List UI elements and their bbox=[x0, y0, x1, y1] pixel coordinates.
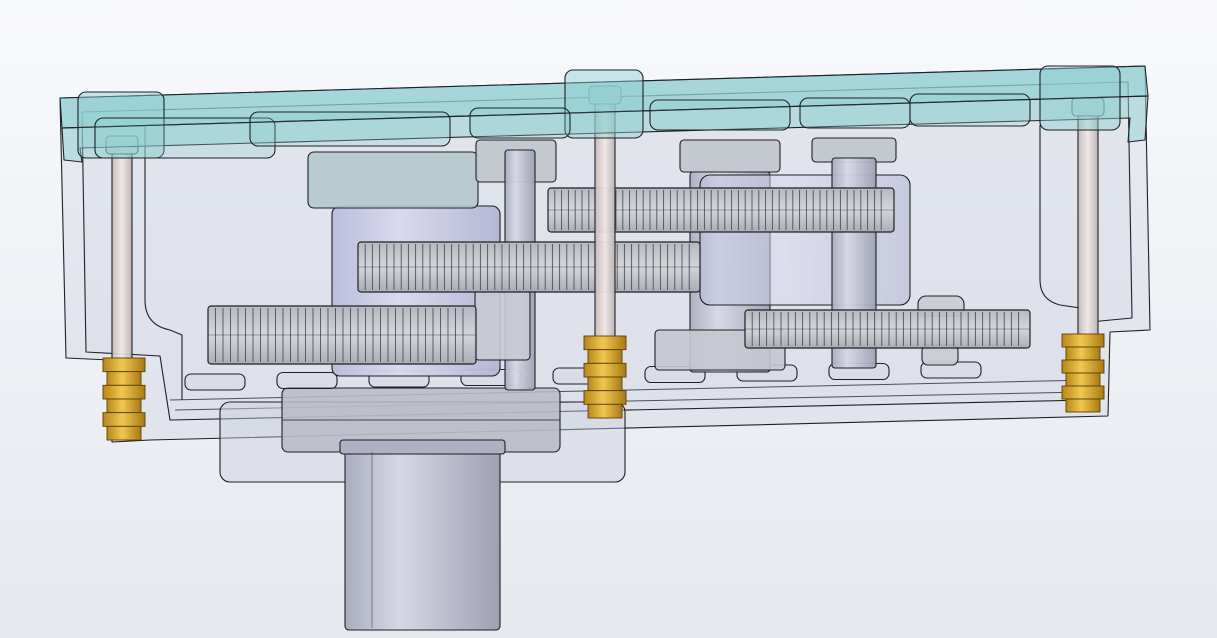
output-shaft[interactable] bbox=[339, 439, 506, 631]
threaded-insert-center-knurl bbox=[583, 362, 627, 378]
threaded-insert-right-knurl bbox=[1065, 372, 1101, 387]
lid-stiffening-rib bbox=[649, 99, 791, 131]
threaded-insert-center-knurl bbox=[587, 349, 623, 364]
standoff-post-right bbox=[1077, 111, 1099, 341]
threaded-insert-center-knurl bbox=[587, 403, 623, 419]
output-shaft-body bbox=[344, 444, 501, 631]
gearbox-assembly-drawing bbox=[59, 65, 1151, 631]
cad-viewport[interactable] bbox=[0, 0, 1217, 638]
threaded-insert-center-knurl bbox=[583, 390, 627, 405]
shaft-collar-center bbox=[679, 139, 781, 173]
gear-hub-left bbox=[474, 289, 531, 361]
threaded-insert-right-knurl bbox=[1065, 346, 1101, 361]
upper-hub-block bbox=[307, 151, 479, 209]
threaded-insert-left-knurl bbox=[106, 371, 142, 386]
lid-stiffening-rib bbox=[799, 97, 911, 129]
standoff-post-left bbox=[111, 149, 133, 361]
threaded-insert-right-knurl bbox=[1065, 398, 1101, 413]
lid-stiffening-rib bbox=[909, 93, 1031, 127]
threaded-insert-center-knurl bbox=[587, 376, 623, 392]
threaded-insert-left-knurl bbox=[102, 384, 146, 400]
threaded-insert-center-knurl bbox=[583, 335, 627, 351]
floor-pocket bbox=[184, 373, 246, 391]
threaded-insert-right-knurl bbox=[1061, 359, 1105, 374]
threaded-insert-right-knurl bbox=[1061, 385, 1105, 400]
lid-stiffening-rib bbox=[469, 107, 571, 139]
floor-pocket bbox=[276, 371, 338, 390]
lid-corner-boss-center bbox=[564, 69, 644, 139]
threaded-insert-left-knurl bbox=[102, 412, 146, 427]
threaded-insert-left-knurl bbox=[102, 357, 146, 373]
threaded-insert-right-knurl bbox=[1061, 333, 1105, 348]
threaded-insert-left-knurl bbox=[106, 398, 142, 414]
threaded-insert-left-knurl bbox=[106, 425, 142, 441]
output-shaft-collar bbox=[339, 439, 506, 455]
